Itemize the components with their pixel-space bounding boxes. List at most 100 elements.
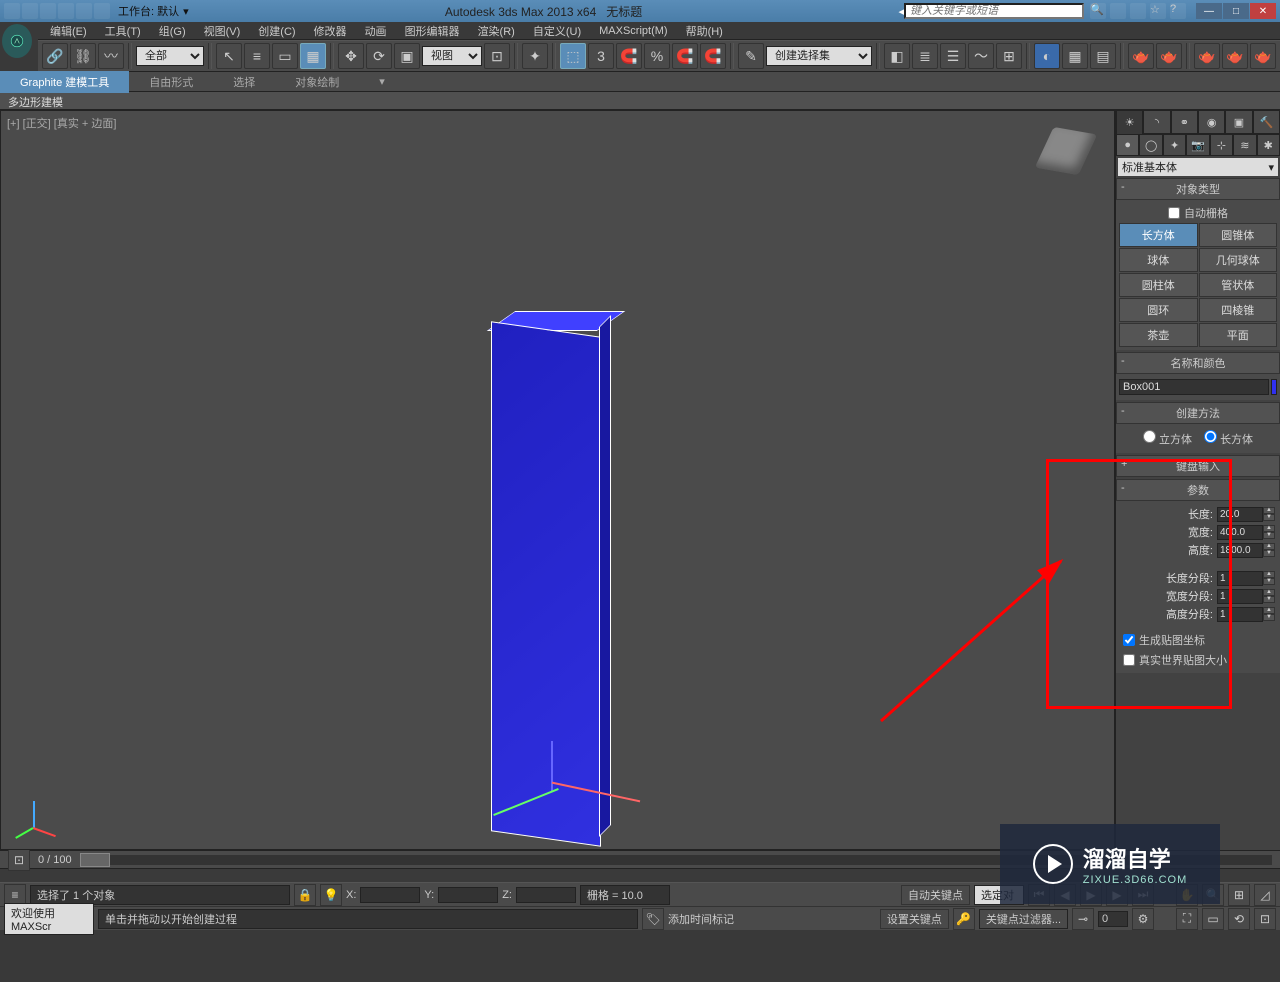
key-filters-button[interactable]: 关键点过滤器... xyxy=(979,909,1068,929)
nav-zoom-all-icon[interactable]: ⊞ xyxy=(1228,884,1250,906)
obj-teapot[interactable]: 茶壶 xyxy=(1119,323,1198,347)
hsegs-input[interactable] xyxy=(1217,607,1263,622)
viewcube[interactable] xyxy=(1034,121,1098,185)
current-frame-input[interactable] xyxy=(1098,911,1128,927)
ribbon-tab-selection[interactable]: 选择 xyxy=(213,71,275,93)
menu-rendering[interactable]: 渲染(R) xyxy=(470,21,523,41)
obj-plane[interactable]: 平面 xyxy=(1199,323,1278,347)
menu-group[interactable]: 组(G) xyxy=(151,21,194,41)
ribbon-panel-label[interactable]: 多边形建模 xyxy=(0,92,1280,110)
nav-fov-icon[interactable]: ◿ xyxy=(1254,884,1276,906)
material-editor-icon[interactable]: ◐ xyxy=(1034,43,1060,69)
timeline-config-icon[interactable]: ⊡ xyxy=(8,849,30,871)
obj-tube[interactable]: 管状体 xyxy=(1199,273,1278,297)
tab-modify[interactable]: ◝ xyxy=(1143,110,1170,134)
radio-box[interactable]: 长方体 xyxy=(1204,430,1253,447)
subtab-helpers[interactable]: ⊹ xyxy=(1210,134,1233,156)
width-input[interactable] xyxy=(1217,525,1263,540)
nav-orbit-icon[interactable]: ⟲ xyxy=(1228,908,1250,930)
obj-cone[interactable]: 圆锥体 xyxy=(1199,223,1278,247)
render-setup-icon[interactable]: ▦ xyxy=(1062,43,1088,69)
spinner-up-icon[interactable]: ▲ xyxy=(1263,507,1275,514)
gen-map-checkbox[interactable] xyxy=(1123,634,1135,646)
rollout-object-type[interactable]: -对象类型 xyxy=(1116,178,1280,200)
help-icon[interactable]: ? xyxy=(1170,3,1186,19)
radio-cube[interactable]: 立方体 xyxy=(1143,430,1192,447)
viewport[interactable]: [+] [正交] [真实 + 边面] xyxy=(0,110,1115,850)
menu-create[interactable]: 创建(C) xyxy=(250,21,303,41)
window-crossing-icon[interactable]: ▦ xyxy=(300,43,326,69)
spinner-down-icon[interactable]: ▼ xyxy=(1263,514,1275,521)
rect-region-icon[interactable]: ▭ xyxy=(272,43,298,69)
menu-views[interactable]: 视图(V) xyxy=(196,21,249,41)
ribbon-tab-freeform[interactable]: 自由形式 xyxy=(129,71,213,93)
move-icon[interactable]: ✥ xyxy=(338,43,364,69)
rollout-name-color[interactable]: -名称和颜色 xyxy=(1116,352,1280,374)
layers-icon[interactable]: ☰ xyxy=(940,43,966,69)
coord-z-input[interactable] xyxy=(516,887,576,903)
rollout-keyboard-entry[interactable]: +键盘输入 xyxy=(1116,455,1280,477)
height-input[interactable] xyxy=(1217,543,1263,558)
ribbon-expand-icon[interactable]: ▾ xyxy=(359,72,405,91)
coord-y-input[interactable] xyxy=(438,887,498,903)
tab-hierarchy[interactable]: ⚭ xyxy=(1171,110,1198,134)
autokey-button[interactable]: 自动关键点 xyxy=(901,885,970,905)
coord-x-input[interactable] xyxy=(360,887,420,903)
tab-motion[interactable]: ◉ xyxy=(1198,110,1225,134)
angle-snap-icon[interactable]: 3 xyxy=(588,43,614,69)
save-icon[interactable] xyxy=(40,3,56,19)
snap-toggle-icon[interactable]: ⬚ xyxy=(560,43,586,69)
menu-modifiers[interactable]: 修改器 xyxy=(306,21,355,41)
snap-5-icon[interactable]: 🧲 xyxy=(700,43,726,69)
obj-box[interactable]: 长方体 xyxy=(1119,223,1198,247)
lock-icon[interactable]: 🔒 xyxy=(294,884,316,906)
obj-pyramid[interactable]: 四棱锥 xyxy=(1199,298,1278,322)
percent-snap-icon[interactable]: 🧲 xyxy=(616,43,642,69)
select-icon[interactable]: ↖ xyxy=(216,43,242,69)
teapot2-icon[interactable]: 🫖 xyxy=(1222,43,1248,69)
add-time-tag-label[interactable]: 添加时间标记 xyxy=(668,911,734,927)
new-icon[interactable] xyxy=(4,3,20,19)
subtab-shapes[interactable]: ◯ xyxy=(1139,134,1162,156)
bind-spacewarp-icon[interactable]: 〰 xyxy=(98,43,124,69)
autogrid-checkbox[interactable] xyxy=(1168,207,1180,219)
menu-customize[interactable]: 自定义(U) xyxy=(525,21,589,41)
key-mode-icon[interactable]: 🔑 xyxy=(953,908,975,930)
snap-4-icon[interactable]: 🧲 xyxy=(672,43,698,69)
wsegs-input[interactable] xyxy=(1217,589,1263,604)
category-dropdown[interactable]: 标准基本体 ▾ xyxy=(1118,158,1278,176)
edit-named-sel-icon[interactable]: ✎ xyxy=(738,43,764,69)
obj-cylinder[interactable]: 圆柱体 xyxy=(1119,273,1198,297)
teapot3-icon[interactable]: 🫖 xyxy=(1250,43,1276,69)
tab-create[interactable]: ☀ xyxy=(1116,110,1143,134)
minimize-button[interactable]: — xyxy=(1196,3,1222,19)
schematic-icon[interactable]: ⊞ xyxy=(996,43,1022,69)
rollout-parameters[interactable]: -参数 xyxy=(1116,479,1280,501)
ribbon-tab-paint[interactable]: 对象绘制 xyxy=(275,71,359,93)
render-iter-icon[interactable]: 🫖 xyxy=(1156,43,1182,69)
exchange-icon[interactable] xyxy=(1130,3,1146,19)
nav-zoom-ext-icon[interactable]: ⛶ xyxy=(1176,908,1198,930)
unlink-icon[interactable]: ⛓ xyxy=(70,43,96,69)
tab-display[interactable]: ▣ xyxy=(1225,110,1252,134)
workspace-selector[interactable]: 工作台: 默认 ▾ xyxy=(118,3,189,19)
subscription-icon[interactable] xyxy=(1110,3,1126,19)
teapot1-icon[interactable]: 🫖 xyxy=(1194,43,1220,69)
maximize-button[interactable]: □ xyxy=(1223,3,1249,19)
menu-grapheditors[interactable]: 图形编辑器 xyxy=(397,21,468,41)
key-tangent-icon[interactable]: ⊸ xyxy=(1072,908,1094,930)
link-icon[interactable]: 🔗 xyxy=(42,43,68,69)
named-selection-select[interactable]: 创建选择集 xyxy=(766,46,872,66)
obj-geosphere[interactable]: 几何球体 xyxy=(1199,248,1278,272)
isolate-icon[interactable]: 💡 xyxy=(320,884,342,906)
menu-tools[interactable]: 工具(T) xyxy=(97,21,149,41)
open-icon[interactable] xyxy=(22,3,38,19)
mirror-icon[interactable]: ◧ xyxy=(884,43,910,69)
redo-icon[interactable] xyxy=(76,3,92,19)
setkey-button[interactable]: 设置关键点 xyxy=(880,909,949,929)
nav-region-icon[interactable]: ▭ xyxy=(1202,908,1224,930)
length-input[interactable] xyxy=(1217,507,1263,522)
obj-torus[interactable]: 圆环 xyxy=(1119,298,1198,322)
subtab-cameras[interactable]: 📷 xyxy=(1186,134,1209,156)
spinner-snap-icon[interactable]: % xyxy=(644,43,670,69)
